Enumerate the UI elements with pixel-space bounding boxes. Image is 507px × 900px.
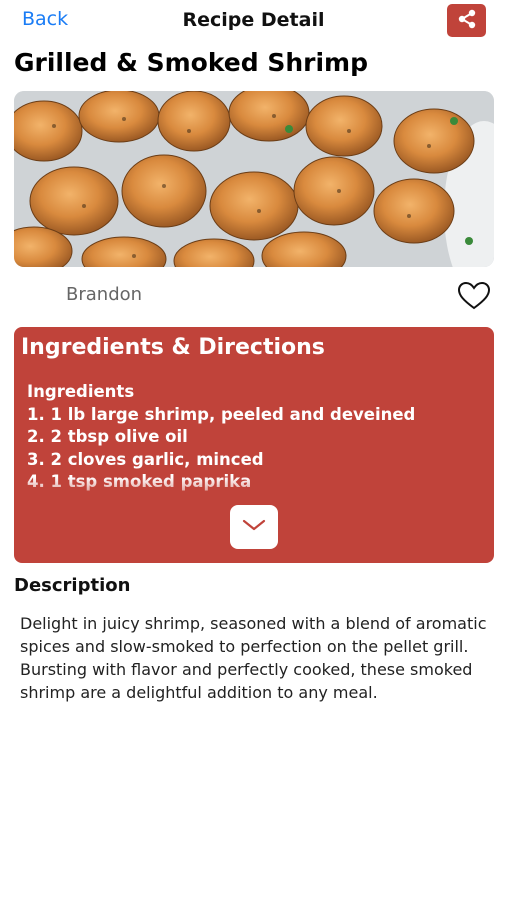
ingredients-subheading: Ingredients bbox=[27, 382, 135, 401]
share-icon bbox=[456, 8, 478, 34]
list-item: 1. 1 lb large shrimp, peeled and deveine… bbox=[27, 404, 416, 424]
heart-outline-icon bbox=[457, 281, 491, 315]
share-button[interactable] bbox=[447, 4, 486, 37]
expand-button[interactable] bbox=[230, 505, 278, 549]
list-item: 3. 2 cloves garlic, minced bbox=[27, 449, 264, 469]
card-heading: Ingredients & Directions bbox=[21, 335, 325, 360]
content-fade bbox=[14, 477, 494, 507]
chevron-down-icon bbox=[241, 517, 267, 537]
ingredients-directions-card: Ingredients & Directions Ingredients 1. … bbox=[14, 327, 494, 563]
list-item: 2. 2 tbsp olive oil bbox=[27, 427, 188, 447]
author-name: Brandon bbox=[66, 284, 143, 305]
description-heading: Description bbox=[14, 575, 131, 596]
nav-title: Recipe Detail bbox=[182, 9, 325, 31]
recipe-image bbox=[14, 91, 494, 267]
recipe-title: Grilled & Smoked Shrimp bbox=[14, 48, 369, 77]
navigation-bar: Back Recipe Detail bbox=[0, 0, 507, 44]
description-text: Delight in juicy shrimp, seasoned with a… bbox=[20, 614, 487, 702]
favorite-button[interactable] bbox=[457, 281, 491, 311]
back-button[interactable]: Back bbox=[22, 8, 68, 30]
